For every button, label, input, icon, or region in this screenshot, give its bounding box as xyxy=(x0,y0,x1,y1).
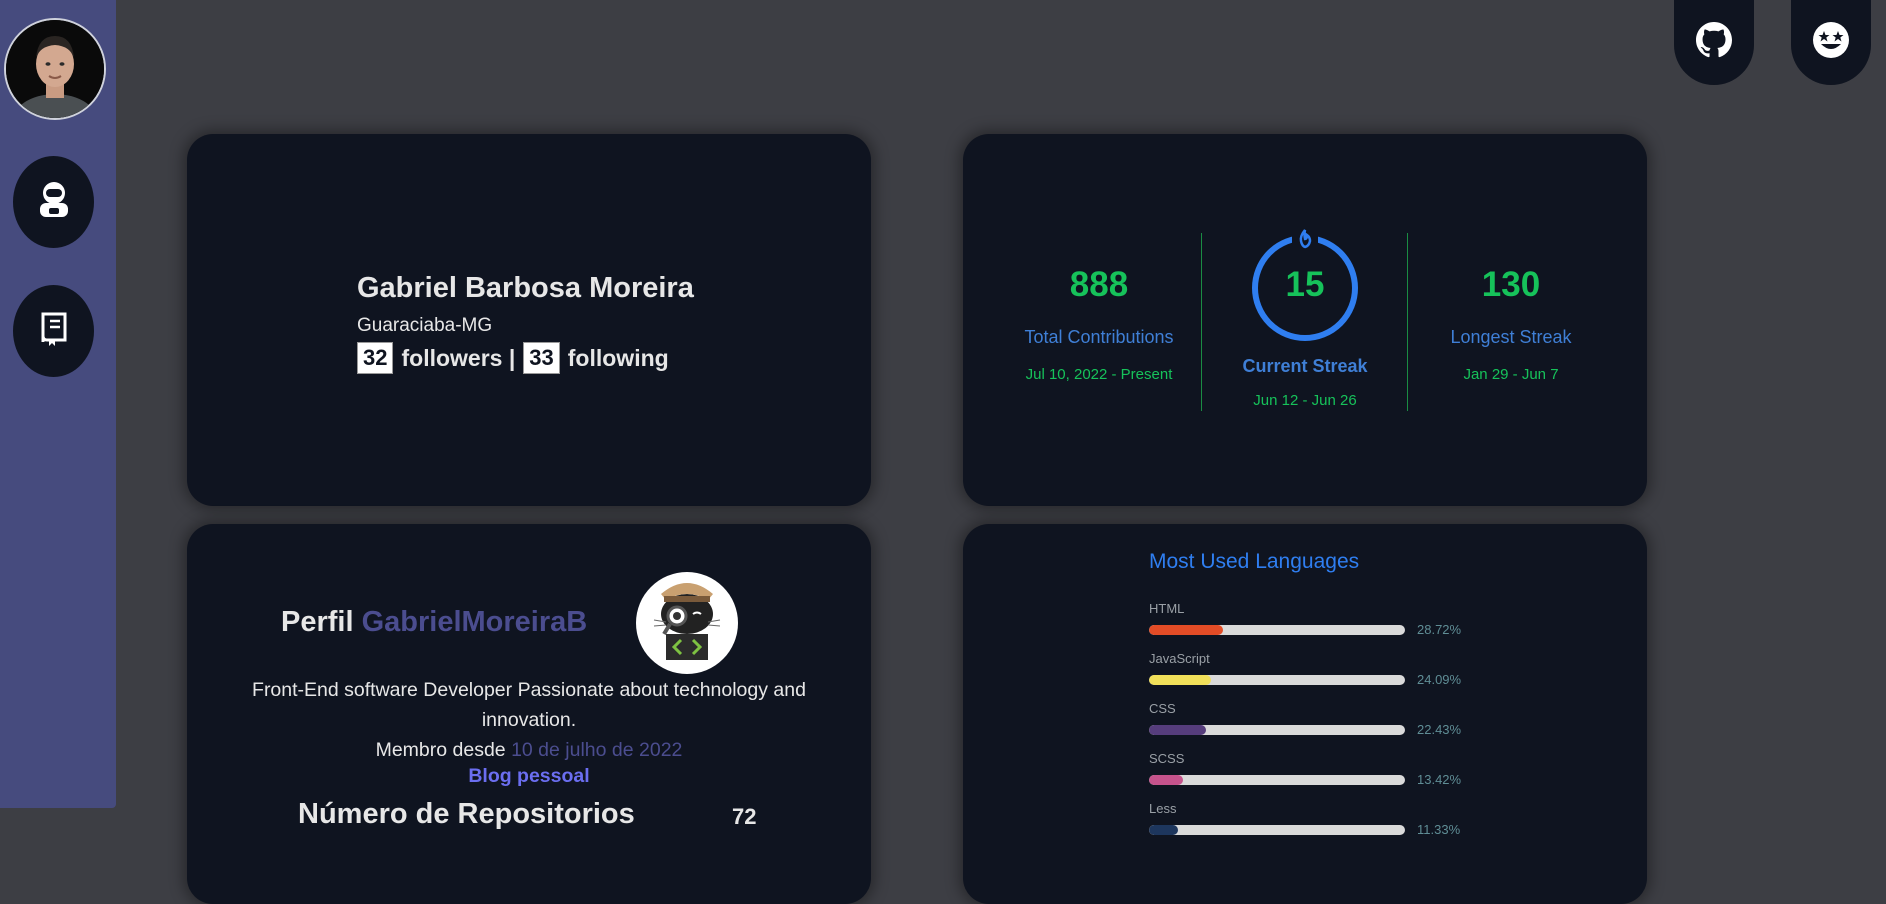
robot-icon xyxy=(36,181,72,224)
profile-location: Guaraciaba-MG xyxy=(357,315,493,336)
book-icon xyxy=(39,312,69,351)
language-name: Less xyxy=(1149,801,1177,816)
language-bar xyxy=(1149,775,1405,785)
current-streak-range: Jun 12 - Jun 26 xyxy=(1253,392,1357,409)
language-percent: 11.33% xyxy=(1417,822,1461,837)
perfil-description: Front-End software Developer Passionate … xyxy=(252,679,806,731)
current-streak-value: 15 xyxy=(1285,265,1325,304)
language-bar-fill xyxy=(1149,725,1207,735)
perfil-description-block: Front-End software Developer Passionate … xyxy=(230,675,828,765)
streak-divider-left xyxy=(1201,233,1202,411)
octocat-detective-image xyxy=(636,572,738,674)
language-percent: 24.09% xyxy=(1417,672,1462,687)
total-contributions-label: Total Contributions xyxy=(1024,327,1174,347)
member-since-date: 10 de julho de 2022 xyxy=(511,739,683,761)
star-struck-face-icon xyxy=(1812,21,1850,64)
blog-link[interactable]: Blog pessoal xyxy=(230,765,828,788)
language-row: Less 11.33% xyxy=(1149,801,1479,837)
followers-count[interactable]: 32 xyxy=(357,342,394,374)
language-bar-fill xyxy=(1149,825,1178,835)
profile-card xyxy=(187,134,871,506)
language-row: HTML 28.72% xyxy=(1149,601,1479,637)
longest-streak-label: Longest Streak xyxy=(1450,327,1572,347)
longest-streak-value: 130 xyxy=(1481,265,1541,304)
profile-name: Gabriel Barbosa Moreira xyxy=(357,272,694,304)
language-bar xyxy=(1149,625,1405,635)
member-since-prefix: Membro desde xyxy=(375,739,506,761)
repos-label: Número de Repositorios xyxy=(298,798,635,830)
language-bar-fill xyxy=(1149,775,1184,785)
member-since-line: Membro desde 10 de julho de 2022 xyxy=(230,735,828,765)
language-bar-fill xyxy=(1149,625,1223,635)
language-bar xyxy=(1149,825,1405,835)
following-count[interactable]: 33 xyxy=(523,342,560,374)
perfil-title-prefix: Perfil xyxy=(281,606,354,638)
github-icon xyxy=(1696,22,1733,63)
language-bar xyxy=(1149,725,1405,735)
language-row: JavaScript 24.09% xyxy=(1149,651,1479,687)
follow-stats: 32 followers | 33 following xyxy=(357,342,669,374)
streak-divider-right xyxy=(1407,233,1408,411)
language-name: CSS xyxy=(1149,701,1176,716)
emoji-button[interactable] xyxy=(1791,0,1871,85)
total-contributions-value: 888 xyxy=(1069,265,1129,304)
total-contributions-range: Jul 10, 2022 - Present xyxy=(1025,366,1173,383)
language-name: HTML xyxy=(1149,601,1185,616)
followers-label: followers | xyxy=(401,344,516,371)
language-name: SCSS xyxy=(1149,751,1185,766)
profile-avatar[interactable] xyxy=(4,18,106,120)
language-row: SCSS 13.42% xyxy=(1149,751,1479,787)
language-bar-fill xyxy=(1149,675,1211,685)
languages-title: Most Used Languages xyxy=(1149,550,1360,573)
language-percent: 22.43% xyxy=(1417,722,1462,737)
perfil-username: GabrielMoreiraB xyxy=(361,606,588,638)
language-row: CSS 22.43% xyxy=(1149,701,1479,737)
github-link-button[interactable] xyxy=(1674,0,1754,85)
repos-count: 72 xyxy=(732,804,757,829)
following-label: following xyxy=(567,344,669,371)
language-percent: 13.42% xyxy=(1417,772,1462,787)
language-bar xyxy=(1149,675,1405,685)
sidebar xyxy=(0,0,116,808)
current-streak-label: Current Streak xyxy=(1242,356,1368,376)
language-percent: 28.72% xyxy=(1417,622,1462,637)
longest-streak-range: Jan 29 - Jun 7 xyxy=(1463,366,1559,383)
robot-nav-button[interactable] xyxy=(13,156,94,248)
book-nav-button[interactable] xyxy=(13,285,94,377)
perfil-title: Perfil GabrielMoreiraB xyxy=(281,606,587,639)
language-name: JavaScript xyxy=(1149,651,1210,666)
